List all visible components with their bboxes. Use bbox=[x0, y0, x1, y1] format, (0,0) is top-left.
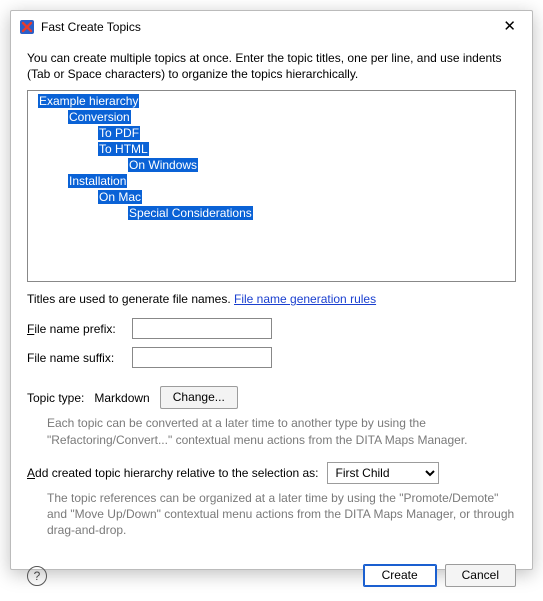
cancel-button[interactable]: Cancel bbox=[445, 564, 516, 587]
suffix-row: File name suffix: bbox=[27, 347, 516, 368]
add-hierarchy-select[interactable]: First Child bbox=[327, 462, 439, 484]
topic-type-row: Topic type: Markdown Change... bbox=[27, 386, 516, 409]
editor-line: On Windows bbox=[38, 157, 515, 173]
editor-line: On Mac bbox=[38, 189, 515, 205]
filename-rules-link[interactable]: File name generation rules bbox=[234, 292, 376, 306]
editor-line: To HTML bbox=[38, 141, 515, 157]
editor-line: Example hierarchy bbox=[38, 93, 515, 109]
topic-type-value: Markdown bbox=[94, 391, 149, 405]
add-hierarchy-row: Add created topic hierarchy relative to … bbox=[27, 462, 516, 484]
suffix-label: File name suffix: bbox=[27, 351, 132, 365]
create-label: Create bbox=[382, 568, 418, 582]
window-title: Fast Create Topics bbox=[41, 20, 497, 34]
add-hierarchy-hint: The topic references can be organized at… bbox=[47, 490, 516, 539]
topic-type-label: Topic type: bbox=[27, 391, 84, 405]
editor-line: Special Considerations bbox=[38, 205, 515, 221]
help-icon[interactable]: ? bbox=[27, 566, 47, 586]
titlebar: Fast Create Topics ✕ bbox=[11, 11, 532, 40]
editor-line: To PDF bbox=[38, 125, 515, 141]
topics-editor[interactable]: Example hierarchy Conversion To PDF To H… bbox=[27, 90, 516, 282]
prefix-input[interactable] bbox=[132, 318, 272, 339]
add-hierarchy-label: Add created topic hierarchy relative to … bbox=[27, 466, 319, 480]
editor-line: Installation bbox=[38, 173, 515, 189]
filename-note: Titles are used to generate file names. … bbox=[27, 292, 516, 306]
dialog-body: You can create multiple topics at once. … bbox=[11, 40, 532, 558]
editor-line: Conversion bbox=[38, 109, 515, 125]
filename-note-text: Titles are used to generate file names. bbox=[27, 292, 234, 306]
app-icon bbox=[19, 19, 35, 35]
dialog-window: Fast Create Topics ✕ You can create mult… bbox=[10, 10, 533, 570]
prefix-label: File name prefix: bbox=[27, 322, 132, 336]
intro-text: You can create multiple topics at once. … bbox=[27, 50, 516, 82]
create-button[interactable]: Create bbox=[363, 564, 437, 587]
topic-type-hint: Each topic can be converted at a later t… bbox=[47, 415, 516, 447]
suffix-input[interactable] bbox=[132, 347, 272, 368]
change-button[interactable]: Change... bbox=[160, 386, 238, 409]
prefix-row: File name prefix: bbox=[27, 318, 516, 339]
close-icon[interactable]: ✕ bbox=[497, 17, 522, 36]
